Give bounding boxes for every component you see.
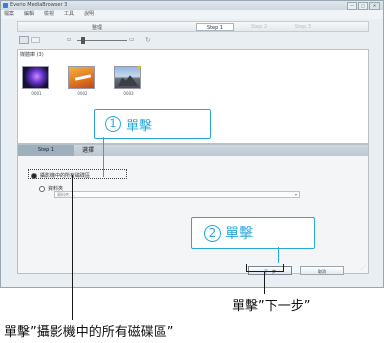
resize-grip-icon[interactable]: ⋰: [361, 265, 366, 271]
sort-label: 整理: [92, 25, 103, 31]
list-view-icon[interactable]: [31, 37, 40, 43]
thumbnail-caption: 0002: [77, 91, 88, 96]
thumbnail-caption: 0001: [31, 91, 42, 96]
zoom-out-icon[interactable]: ▫: [67, 36, 71, 43]
all-drives-label: 攝影機中的所有磁碟區: [40, 173, 91, 179]
tab-step-3[interactable]: Step 3: [284, 23, 322, 31]
all-drives-option[interactable]: 攝影機中的所有磁碟區: [31, 172, 90, 179]
zoom-in-icon[interactable]: ▭: [129, 36, 135, 43]
library-label: 媒體庫 (3): [20, 52, 44, 58]
thumbnail-caption: 0003: [123, 91, 134, 96]
rotate-icon[interactable]: ↻: [145, 36, 151, 44]
callout-2-pointer: [278, 247, 279, 263]
caption-next: 單擊”下一步”: [232, 299, 311, 314]
step-bar: 整理 Step 1 Step 2 Step 3: [17, 21, 369, 32]
menu-file[interactable]: 檔案: [4, 10, 14, 19]
callout-text-2: 單擊: [225, 226, 253, 242]
airplane-image: [74, 74, 92, 81]
zoom-slider-thumb[interactable]: [81, 37, 85, 44]
all-drives-radio[interactable]: [31, 172, 37, 179]
callout-1-pointer: [103, 137, 104, 177]
next-bracket: [246, 264, 284, 272]
landscape-image: [118, 75, 138, 86]
import-panel: Step 1 選擇 攝影機中的所有磁碟區 資料夾 資料夾: ... ▾ 下一步 …: [17, 144, 369, 275]
cancel-button[interactable]: 取消: [300, 266, 344, 275]
callout-number-1: 1: [105, 116, 121, 132]
window-title: Everio MediaBrowser 3: [10, 2, 68, 8]
title-bar: Everio MediaBrowser 3 — □ ✕: [1, 1, 383, 10]
drives-leader: [72, 175, 73, 320]
menu-help[interactable]: 說明: [84, 10, 94, 19]
callout-1: 1 單擊: [94, 109, 211, 139]
callout-2: 2 單擊: [191, 217, 315, 249]
star-icon: ★: [136, 64, 142, 71]
folder-radio[interactable]: [39, 185, 45, 192]
menu-edit[interactable]: 編輯: [24, 10, 34, 19]
thumbnail-1[interactable]: 0001: [22, 66, 49, 96]
menu-bar: 檔案 編輯 檢視 工具 說明: [1, 10, 383, 19]
panel-header: Step 1 選擇: [18, 145, 368, 156]
grid-view-icon[interactable]: [19, 36, 29, 44]
chevron-down-icon: ▾: [294, 192, 297, 197]
thumbnail-2[interactable]: 0002: [68, 66, 95, 96]
maximize-button[interactable]: □: [358, 2, 368, 10]
view-toolbar: ▫ ▭ ↻: [17, 34, 369, 48]
window-controls: — □ ✕: [347, 2, 380, 10]
panel-step-tab[interactable]: Step 1: [18, 145, 74, 156]
tab-step-2[interactable]: Step 2: [240, 23, 278, 31]
close-button[interactable]: ✕: [369, 2, 380, 10]
caption-drives: 單擊”攝影機中的所有磁碟區”: [4, 325, 174, 340]
thumbnail-3[interactable]: ★ 0003: [114, 64, 142, 96]
folder-dropdown[interactable]: 資料夾: ... ▾: [54, 191, 300, 198]
app-icon: [3, 3, 8, 8]
callout-number-2: 2: [204, 224, 221, 242]
callout-text-1: 單擊: [126, 118, 153, 134]
menu-view[interactable]: 檢視: [44, 10, 54, 19]
panel-select-tab[interactable]: 選擇: [82, 145, 94, 156]
menu-tools[interactable]: 工具: [64, 10, 74, 19]
next-leader: [264, 272, 265, 294]
tab-step-1[interactable]: Step 1: [196, 23, 234, 31]
minimize-button[interactable]: —: [347, 2, 357, 10]
